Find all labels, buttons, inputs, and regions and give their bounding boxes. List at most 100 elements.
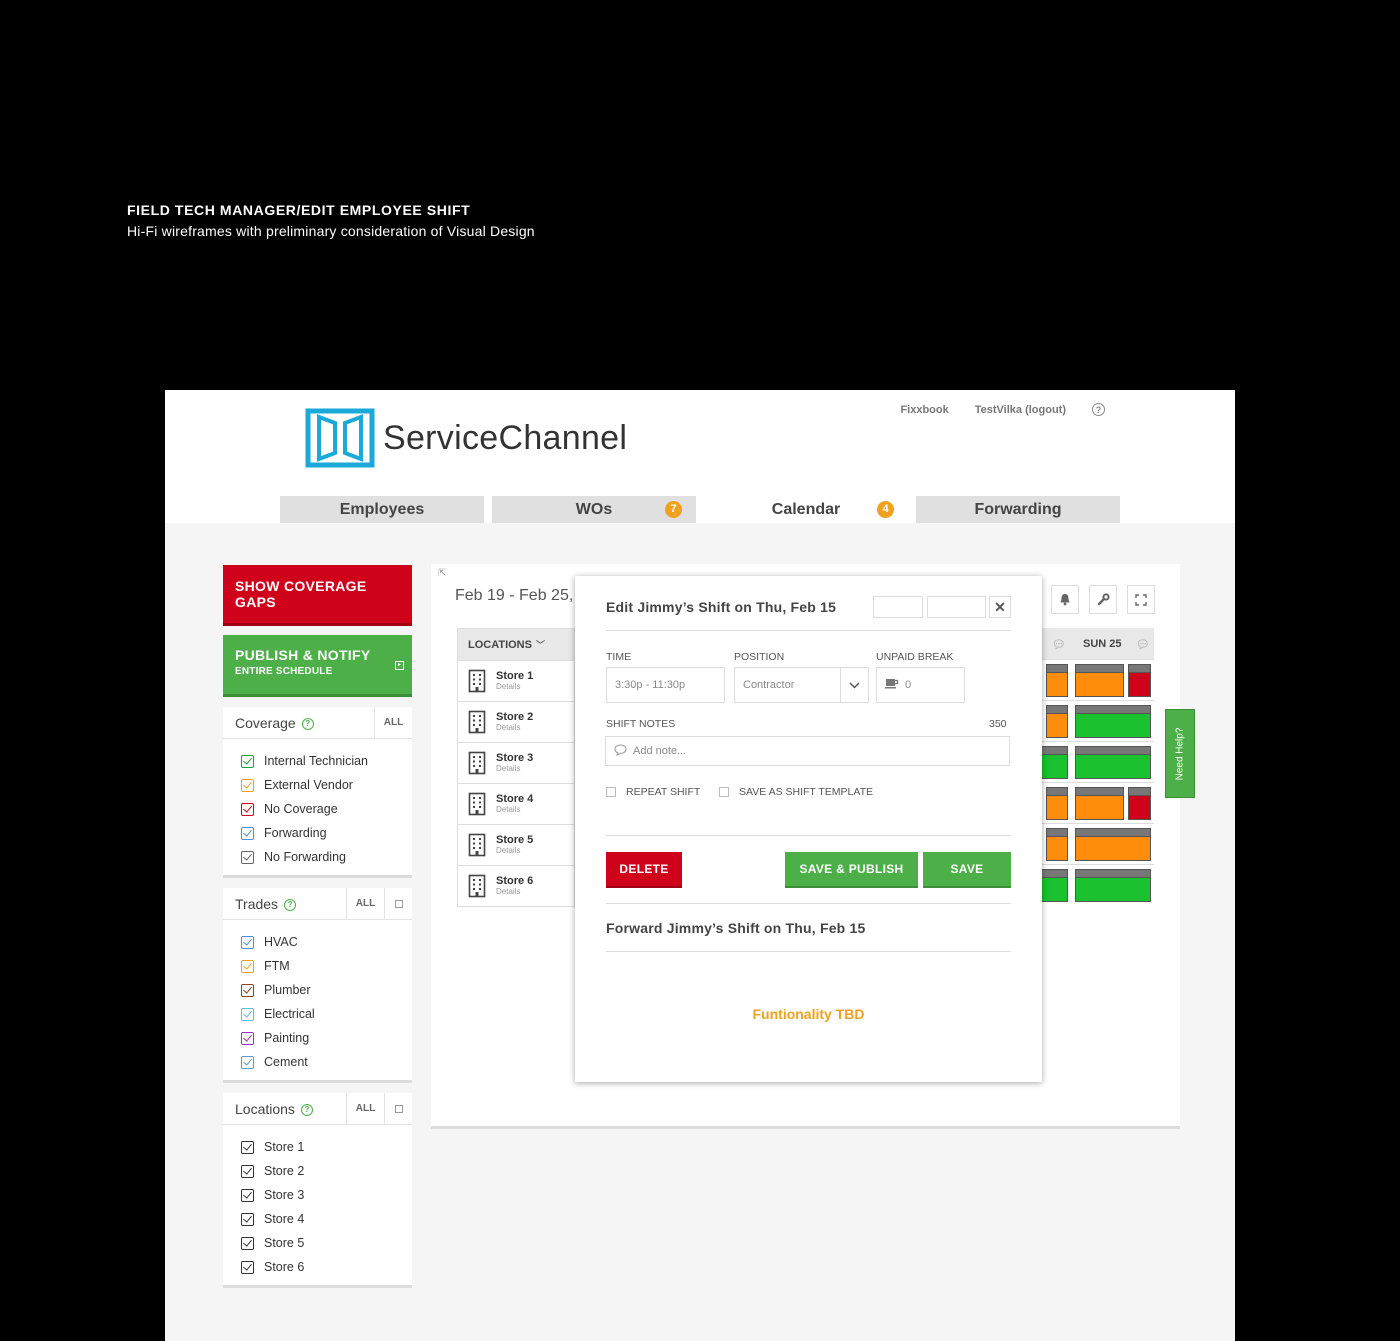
coverage-item[interactable]: No Coverage [241, 797, 412, 821]
checkbox-checked-icon[interactable] [241, 778, 254, 792]
show-coverage-gaps-button[interactable]: SHOW COVERAGE GAPS [223, 565, 412, 626]
shift-block[interactable] [1046, 828, 1068, 861]
comment-icon[interactable]: 💬︎ [1136, 638, 1150, 651]
save-button[interactable]: SAVE [923, 852, 1011, 888]
shift-block[interactable] [1075, 705, 1151, 738]
unpaid-break-field[interactable]: 0 [876, 667, 965, 703]
save-publish-button[interactable]: SAVE & PUBLISH [785, 852, 918, 888]
tab-wos[interactable]: WOs 7 [492, 496, 696, 523]
logo[interactable]: ServiceChannel [305, 407, 627, 469]
shift-notes-input[interactable]: Add note... [605, 736, 1010, 766]
location-details-link[interactable]: Details [496, 805, 533, 814]
sidebar: SHOW COVERAGE GAPS PUBLISH & NOTIFY ENTI… [223, 565, 412, 1288]
question-icon[interactable]: ? [301, 718, 314, 730]
checkbox-checked-icon[interactable] [241, 1140, 254, 1154]
location-row[interactable]: Store 2 Details [458, 701, 574, 742]
trade-item[interactable]: HVAC [241, 930, 412, 954]
checkbox-checked-icon[interactable] [241, 754, 254, 768]
checkbox-checked-icon[interactable] [241, 1007, 254, 1021]
shift-block[interactable] [1075, 746, 1151, 779]
shift-block[interactable] [1128, 787, 1151, 820]
locations-expand-button[interactable] [384, 1092, 412, 1125]
location-details-link[interactable]: Details [496, 887, 533, 896]
time-field[interactable]: 3:30p - 11:30p [606, 667, 725, 703]
checkbox-checked-icon[interactable] [241, 850, 254, 864]
close-icon[interactable]: ✕ [989, 596, 1011, 618]
checkbox-checked-icon[interactable] [241, 826, 254, 840]
location-row[interactable]: Store 1 Details [458, 660, 574, 701]
checkbox-checked-icon[interactable] [241, 1031, 254, 1045]
publish-notify-sublabel: ENTIRE SCHEDULE [235, 666, 333, 677]
locations-all-button[interactable]: ALL [346, 1092, 384, 1125]
logout-link[interactable]: TestVilka (logout) [975, 404, 1066, 416]
trades-all-button[interactable]: ALL [346, 887, 384, 920]
question-icon[interactable]: ? [300, 1104, 313, 1116]
coverage-all-button[interactable]: ALL [374, 706, 412, 739]
shift-block[interactable] [1046, 705, 1068, 738]
delete-button[interactable]: DELETE [606, 852, 682, 888]
trade-item[interactable]: Painting [241, 1026, 412, 1050]
checkbox-checked-icon[interactable] [241, 935, 254, 949]
checkbox-checked-icon[interactable] [241, 983, 254, 997]
trade-item[interactable]: FTM [241, 954, 412, 978]
checkbox-checked-icon[interactable] [241, 1260, 254, 1274]
modal-toolbar-box[interactable] [873, 596, 923, 618]
locations-table-header[interactable]: LOCATIONS ﹀ [458, 629, 574, 660]
need-help-tab[interactable]: Need Help? [1165, 709, 1195, 798]
save-template-checkbox[interactable]: SAVE AS SHIFT TEMPLATE [719, 786, 873, 798]
location-filter-item[interactable]: Store 6 [241, 1255, 412, 1279]
location-filter-item[interactable]: Store 5 [241, 1231, 412, 1255]
checkbox-checked-icon[interactable] [241, 1164, 254, 1178]
location-row[interactable]: Store 5 Details [458, 824, 574, 865]
shift-block[interactable] [1075, 664, 1124, 697]
checkbox-checked-icon[interactable] [241, 959, 254, 973]
checkbox-checked-icon[interactable] [241, 1055, 254, 1069]
shift-block[interactable] [1128, 664, 1151, 697]
location-filter-item[interactable]: Store 4 [241, 1207, 412, 1231]
shift-block[interactable] [1046, 664, 1068, 697]
location-row[interactable]: Store 4 Details [458, 783, 574, 824]
question-icon[interactable]: ? [284, 899, 297, 911]
checkbox-checked-icon[interactable] [241, 802, 254, 816]
position-select[interactable]: Contractor [734, 667, 869, 703]
collapse-arrow-icon[interactable]: ⇱ [438, 568, 446, 579]
coverage-item[interactable]: No Forwarding [241, 845, 412, 869]
location-filter-item[interactable]: Store 2 [241, 1159, 412, 1183]
location-row[interactable]: Store 6 Details [458, 865, 574, 906]
help-icon[interactable]: ? [1092, 403, 1105, 416]
fixxbook-link[interactable]: Fixxbook [900, 404, 948, 416]
publish-notify-button[interactable]: PUBLISH & NOTIFY ENTIRE SCHEDULE ▸ [223, 635, 412, 697]
shift-block[interactable] [1075, 787, 1124, 820]
trade-item[interactable]: Plumber [241, 978, 412, 1002]
shift-block[interactable] [1075, 869, 1151, 902]
location-details-link[interactable]: Details [496, 682, 533, 691]
tab-forwarding[interactable]: Forwarding [916, 496, 1120, 523]
location-details-link[interactable]: Details [496, 764, 533, 773]
modal-toolbar-box[interactable] [927, 596, 986, 618]
location-filter-item[interactable]: Store 1 [241, 1135, 412, 1159]
trade-item[interactable]: Electrical [241, 1002, 412, 1026]
checkbox-checked-icon[interactable] [241, 1212, 254, 1226]
checkbox-checked-icon[interactable] [241, 1188, 254, 1202]
wrench-icon[interactable] [1089, 585, 1117, 614]
location-details-link[interactable]: Details [496, 846, 533, 855]
fullscreen-icon[interactable] [1127, 585, 1155, 614]
location-details-link[interactable]: Details [496, 723, 533, 732]
trade-item-label: HVAC [264, 935, 298, 949]
bell-icon[interactable] [1051, 585, 1079, 614]
tab-employees[interactable]: Employees [280, 496, 484, 523]
shift-block[interactable] [1046, 787, 1068, 820]
checkbox-checked-icon[interactable] [241, 1236, 254, 1250]
wos-count-badge: 7 [665, 501, 682, 518]
shift-block[interactable] [1075, 828, 1151, 861]
tab-calendar[interactable]: Calendar 4 [704, 496, 908, 523]
location-filter-item[interactable]: Store 3 [241, 1183, 412, 1207]
location-row[interactable]: Store 3 Details [458, 742, 574, 783]
repeat-shift-checkbox[interactable]: REPEAT SHIFT [606, 786, 700, 798]
coverage-item[interactable]: Forwarding [241, 821, 412, 845]
coverage-item[interactable]: Internal Technician [241, 749, 412, 773]
coverage-item[interactable]: External Vendor [241, 773, 412, 797]
trade-item[interactable]: Cement [241, 1050, 412, 1074]
trades-expand-button[interactable] [384, 887, 412, 920]
comment-icon[interactable]: 💬︎ [1052, 638, 1066, 651]
